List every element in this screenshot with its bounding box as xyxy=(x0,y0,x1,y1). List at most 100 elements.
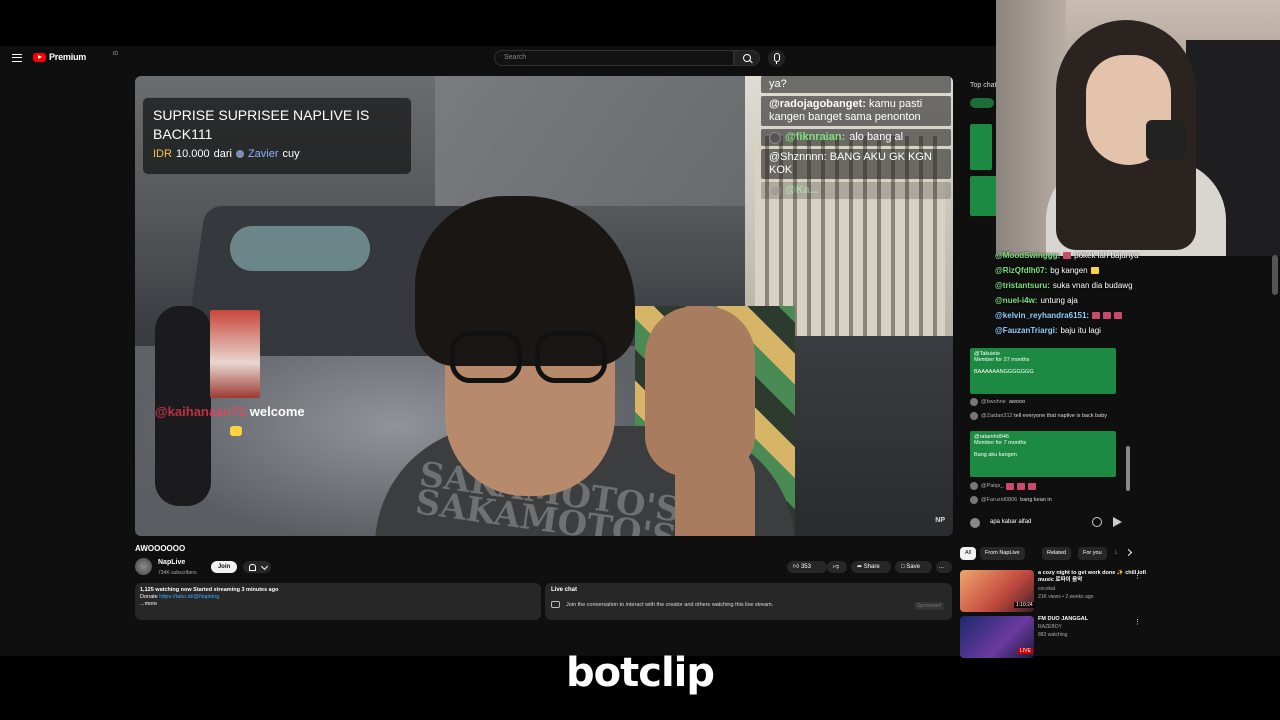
pointing-emoji-icon xyxy=(1090,267,1099,274)
chat-text: awooo xyxy=(1008,399,1026,405)
page-scrollbar[interactable] xyxy=(1272,255,1278,295)
live-chat-row: Join the conversation to interact with t… xyxy=(551,601,773,608)
chat-member-tab[interactable] xyxy=(970,98,994,108)
chat-text: tell everyone that naplive is back baby xyxy=(1014,413,1108,419)
video-title[interactable]: FM DUO JANGGAL xyxy=(1038,616,1148,623)
emoji-icon[interactable] xyxy=(1092,517,1102,527)
join-button[interactable]: Join xyxy=(211,561,237,573)
chip-from-channel[interactable]: From NapLive xyxy=(980,547,1025,560)
chat-scrollbar[interactable] xyxy=(1126,446,1130,491)
floating-chat-text: baju itu lagi xyxy=(1060,326,1101,335)
headphone-icon xyxy=(1146,120,1186,160)
overlay-chat-name: @radojagobanget: xyxy=(769,98,866,110)
donation-alert: SUPRISE SUPRISEE NAPLIVE IS BACK111 IDR … xyxy=(142,97,412,175)
chat-avatar-icon xyxy=(970,482,978,490)
more-vert-icon[interactable]: ⋮ xyxy=(1134,572,1141,580)
member-banner xyxy=(970,124,992,170)
recommendations: All From NapLive Related For you L 1:10:… xyxy=(958,546,1280,658)
emote-icon xyxy=(1063,252,1072,259)
chat-author: @Paiqs_ xyxy=(981,483,1004,489)
video-title[interactable]: a cozy night to get work done ✨ chill lo… xyxy=(1038,570,1148,584)
video-duration: 1:10:24 xyxy=(1014,602,1035,608)
dislike-button[interactable]: 👎︎ xyxy=(827,561,847,573)
member-banner xyxy=(970,176,998,216)
chat-avatar-icon xyxy=(970,398,978,406)
member-duration: Member for 27 months xyxy=(974,357,1030,363)
donation-title: SUPRISE SUPRISEE NAPLIVE IS BACK111 xyxy=(153,107,370,142)
chat-input[interactable]: apa kabar alfad xyxy=(970,516,1090,530)
subscriber-count: 734K subscribers xyxy=(158,570,197,576)
menu-icon[interactable] xyxy=(12,54,22,62)
chat-input-value: apa kabar alfad xyxy=(990,519,1032,525)
chat-message: @Paiqs_ xyxy=(970,482,1037,490)
more-vert-icon[interactable]: ⋮ xyxy=(1134,618,1141,626)
more-actions-button[interactable]: ... xyxy=(936,561,952,573)
floating-chat-message: @nuel-i4w: untung aja xyxy=(995,293,1265,308)
floating-chat-message: @MoodSwinggg: pokek lah bajunya xyxy=(995,248,1265,263)
follower-message: welcome xyxy=(249,404,305,419)
emote-icon xyxy=(1028,482,1037,490)
botclip-caption: botclip xyxy=(566,650,715,696)
description-link[interactable]: https://tako.id/@Napking xyxy=(159,594,219,600)
floating-chat-name: @tristantsuru: xyxy=(995,281,1050,290)
chat-header[interactable]: Top chat xyxy=(970,82,996,89)
description-more[interactable]: ...more xyxy=(140,601,157,607)
donation-suffix: cuy xyxy=(282,148,300,160)
video-meta: 21K views • 2 weeks ago xyxy=(1038,594,1094,600)
save-label: Save xyxy=(906,564,920,570)
chip-all[interactable]: All xyxy=(960,547,977,560)
emote-icon xyxy=(1103,312,1112,319)
save-button[interactable]: □ Save xyxy=(895,561,932,573)
save-icon: □ xyxy=(901,564,905,570)
more-icon: ... xyxy=(939,564,945,570)
follower-alert-image xyxy=(210,310,260,398)
chat-avatar-icon xyxy=(970,412,978,420)
chat-text: bang kean in xyxy=(1020,497,1052,503)
floating-chat-text: pokek lah bajunya xyxy=(1074,251,1139,260)
chevron-right-icon[interactable] xyxy=(1124,548,1133,557)
live-chat-box[interactable]: Live chat Join the conversation to inter… xyxy=(545,583,952,620)
donor-avatar-icon xyxy=(235,150,244,158)
video-scene-wall xyxy=(435,76,755,206)
emote-icon xyxy=(1006,482,1015,490)
voice-search-button[interactable] xyxy=(768,50,785,67)
channel-name[interactable]: NapLive xyxy=(158,559,185,566)
chat-message: @bwohne awooo xyxy=(970,398,1025,406)
video-channel: RAZEBOY xyxy=(1038,624,1062,630)
emote-icon xyxy=(1092,312,1101,319)
floating-chat-name: @kelvin_reyhandra6151: xyxy=(995,311,1090,320)
chat-author: @bwohne xyxy=(981,399,1006,405)
membership-message: @Takuiete Member for 27 months BAAAAAANG… xyxy=(970,348,1116,394)
share-button[interactable]: ➦ Share xyxy=(851,561,891,573)
search-button[interactable] xyxy=(734,50,760,66)
description-donate: Donate xyxy=(140,594,158,600)
logo-country: ID xyxy=(113,51,118,57)
subscribe-bell-button[interactable] xyxy=(243,561,271,573)
like-button[interactable]: 👍︎ 353 xyxy=(787,561,827,573)
video-channel: cocokat xyxy=(1038,586,1056,592)
donation-currency: IDR xyxy=(153,148,172,160)
chip-related[interactable]: Related xyxy=(1042,547,1071,560)
overlay-chat-message: @radojagobanget: kamu pasti kangen bange… xyxy=(761,96,951,126)
send-icon[interactable] xyxy=(1113,517,1122,527)
chat-avatar-icon xyxy=(970,496,978,504)
recommended-video[interactable]: 1:10:24 a cozy night to get work done ✨ … xyxy=(960,570,1260,612)
emote-icon xyxy=(1017,482,1026,490)
search-input[interactable]: Search xyxy=(494,50,734,66)
user-avatar xyxy=(970,518,980,528)
overlay-chat-name: @Shznnnn: xyxy=(769,151,827,163)
channel-avatar[interactable] xyxy=(135,558,152,575)
youtube-logo[interactable]: Premium ID xyxy=(33,51,118,62)
video-player[interactable]: SAKAMOTO'SSAKAMOTO'S SUPRISE SUPRISEE NA… xyxy=(135,76,953,536)
video-meta: 883 watching xyxy=(1038,632,1068,638)
description-box[interactable]: 1,125 watching now Started streaming 3 m… xyxy=(135,583,541,620)
live-chat-title: Live chat xyxy=(551,587,578,593)
chip-for-you[interactable]: For you xyxy=(1078,547,1107,560)
chip-more[interactable]: L xyxy=(1110,547,1123,560)
glasses-left xyxy=(450,331,522,383)
overlay-chat-message: ya? xyxy=(761,76,951,93)
chat-avatar-icon xyxy=(769,184,781,197)
overlay-chat-message: @Shznnnn: BANG AKU GK KGN KOK xyxy=(761,149,951,179)
share-icon: ➦ xyxy=(857,564,863,570)
chat-author: @Zaidan312 xyxy=(981,413,1013,419)
